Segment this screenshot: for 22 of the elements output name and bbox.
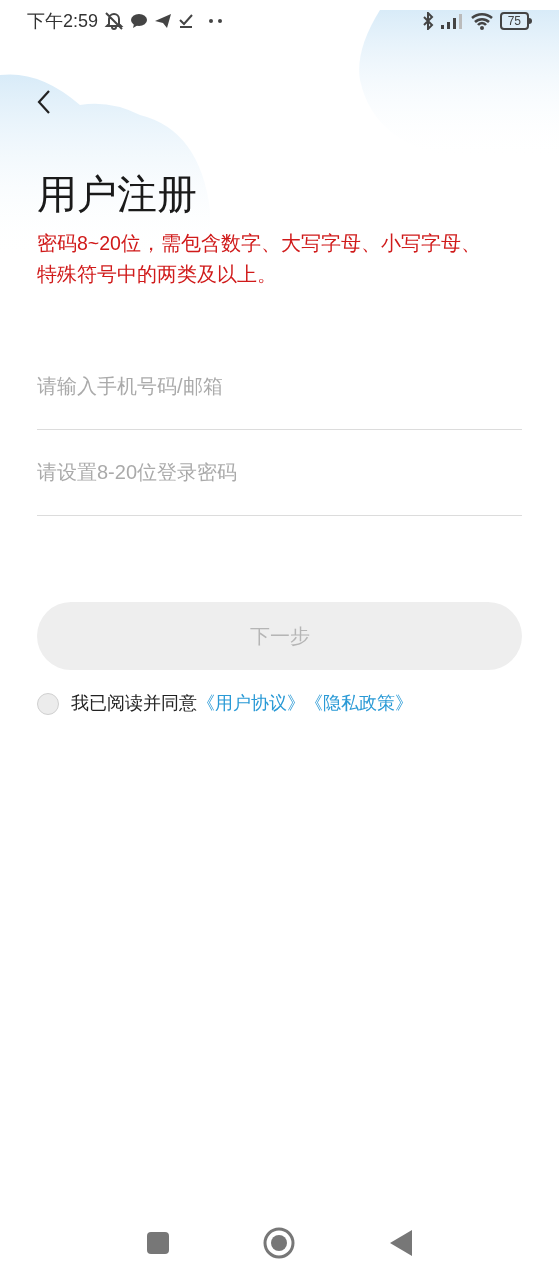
- paper-plane-icon: [154, 13, 173, 29]
- signal-icon: [439, 13, 464, 29]
- bluetooth-icon: [421, 12, 434, 30]
- checkmark-icon: [178, 13, 195, 29]
- status-time: 下午2:59: [27, 9, 99, 33]
- wifi-icon: [469, 12, 494, 30]
- back-icon: [37, 89, 51, 115]
- more-dots-icon: [208, 18, 225, 24]
- privacy-policy-link[interactable]: 《隐私政策》: [305, 690, 413, 717]
- user-agreement-link[interactable]: 《用户协议》: [197, 690, 305, 717]
- password-rule-text: 密码8~20位，需包含数字、大写字母、小写字母、特殊符号中的两类及以上。: [37, 231, 482, 287]
- battery-icon: 75: [499, 12, 532, 30]
- agree-checkbox[interactable]: [37, 692, 59, 715]
- agree-text: 我已阅读并同意: [71, 692, 197, 715]
- account-field[interactable]: 请输入手机号码/邮箱: [37, 344, 522, 430]
- page-title: 用户注册: [37, 171, 198, 218]
- recents-icon[interactable]: [147, 1232, 170, 1254]
- home-icon[interactable]: [263, 1227, 296, 1259]
- bell-muted-icon: [104, 12, 125, 30]
- password-field[interactable]: 请设置8-20位登录密码: [37, 430, 522, 516]
- back-nav-icon[interactable]: [389, 1230, 412, 1256]
- chat-bubble-icon: [130, 13, 149, 29]
